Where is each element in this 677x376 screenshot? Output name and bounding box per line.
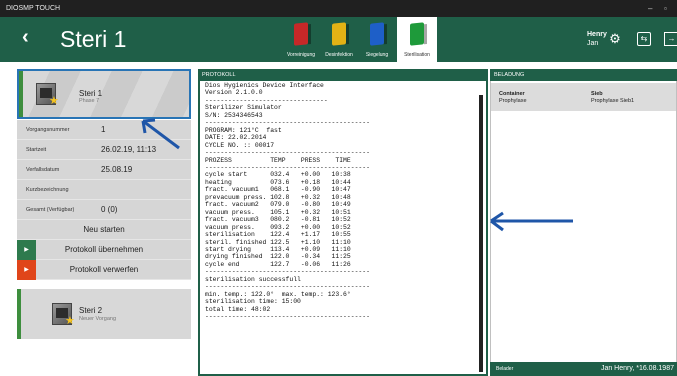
container-cell: Container Prophylaxe: [499, 91, 527, 105]
sieb-cell: Sieb Prophylaxe Sieb1: [591, 91, 634, 105]
detail-value: 0 (0): [101, 205, 118, 214]
beladung-row[interactable]: Container Prophylaxe Sieb Prophylaxe Sie…: [491, 83, 676, 111]
annotation-arrow-icon: [490, 211, 573, 232]
card-name: Steri 2: [79, 306, 103, 315]
switch-icon[interactable]: ⇆: [637, 32, 651, 46]
sieb-head: Sieb: [591, 91, 603, 97]
detail-key: Vorgangsnummer: [26, 127, 70, 133]
star-icon: ★: [49, 95, 59, 107]
card-sub: Phase 7: [79, 98, 100, 104]
folder-green-icon: [410, 22, 424, 46]
gear-icon[interactable]: ⚙: [608, 32, 622, 46]
tab-siegelung[interactable]: Siegelung: [359, 17, 395, 62]
detail-value: 25.08.19: [101, 165, 133, 174]
status-bar: [17, 289, 21, 339]
detail-row: Kurzbezeichnung: [17, 180, 191, 200]
detail-key: Gesamt (Verfügbar): [26, 207, 75, 213]
beladung-header: BELADUNG: [490, 69, 677, 81]
play-icon: ▶: [17, 260, 36, 280]
detail-key: Startzeit: [26, 147, 47, 153]
user-last-name: Jan: [587, 40, 599, 47]
tab-label: Desinfektion: [325, 52, 353, 58]
user-first-name: Henry: [587, 31, 607, 38]
maximize-button[interactable]: ▫: [664, 0, 667, 17]
page-title: Steri 1: [60, 26, 127, 52]
sterilizer-card-steri2[interactable]: ★ Steri 2 Neuer Vorgang: [17, 289, 191, 339]
restart-button[interactable]: Neu starten: [17, 220, 191, 240]
sterilizer-card-steri1[interactable]: ★ Steri 1 Phase 7: [17, 69, 191, 119]
detail-key: Verfallsdatum: [26, 167, 60, 173]
folder-blue-icon: [370, 22, 384, 46]
window-title: DIOSMP TOUCH: [6, 5, 61, 12]
folder-red-icon: [294, 22, 308, 46]
folder-yellow-icon: [332, 22, 346, 46]
star-icon: ★: [65, 315, 75, 327]
discard-protocol-button[interactable]: ▶ Protokoll verwerfen: [17, 260, 191, 280]
user-info[interactable]: Henry Jan: [587, 30, 607, 48]
minimize-button[interactable]: –: [648, 0, 652, 17]
detail-row: Gesamt (Verfügbar) 0 (0): [17, 200, 191, 220]
protokoll-scrollbar[interactable]: [479, 95, 483, 372]
protocol-content: Dios Hygienics Device Interface Version …: [205, 82, 370, 321]
back-icon[interactable]: ‹: [22, 27, 29, 47]
detail-key: Kurzbezeichnung: [26, 187, 69, 193]
logout-icon[interactable]: →: [664, 32, 677, 46]
tab-sterilisation[interactable]: Sterilisation: [397, 17, 437, 62]
play-icon: ▶: [17, 240, 36, 260]
protokoll-text: Dios Hygienics Device Interface Version …: [205, 82, 479, 372]
tab-label: Sterilisation: [404, 52, 430, 58]
accept-protocol-label: Protokoll übernehmen: [64, 245, 144, 254]
tab-vorreinigung[interactable]: Vorreinigung: [283, 17, 319, 62]
detail-row: Verfallsdatum 25.08.19: [17, 160, 191, 180]
app-header: ‹ Steri 1 Vorreinigung Desinfektion Sieg…: [0, 17, 677, 62]
tab-label: Vorreinigung: [286, 52, 316, 58]
annotation-arrow-icon: [141, 118, 180, 150]
card-name: Steri 1: [79, 89, 103, 98]
tab-label: Siegelung: [365, 52, 389, 58]
container-head: Container: [499, 91, 525, 97]
accept-protocol-button[interactable]: ▶ Protokoll übernehmen: [17, 240, 191, 260]
detail-value: 1: [101, 125, 106, 134]
window-titlebar: DIOSMP TOUCH – ▫: [0, 0, 677, 17]
footer-label: Belader: [496, 366, 514, 372]
card-sub: Neuer Vorgang: [79, 316, 116, 322]
beladung-footer: Belader Jan Henry, *16.08.1987: [490, 362, 677, 376]
discard-protocol-label: Protokoll verwerfen: [69, 265, 139, 274]
sieb-value: Prophylaxe Sieb1: [591, 98, 635, 104]
status-bar: [19, 71, 23, 117]
footer-user: Jan Henry, *16.08.1987: [600, 365, 674, 372]
container-value: Prophylaxe: [499, 98, 527, 104]
tab-desinfektion[interactable]: Desinfektion: [321, 17, 357, 62]
